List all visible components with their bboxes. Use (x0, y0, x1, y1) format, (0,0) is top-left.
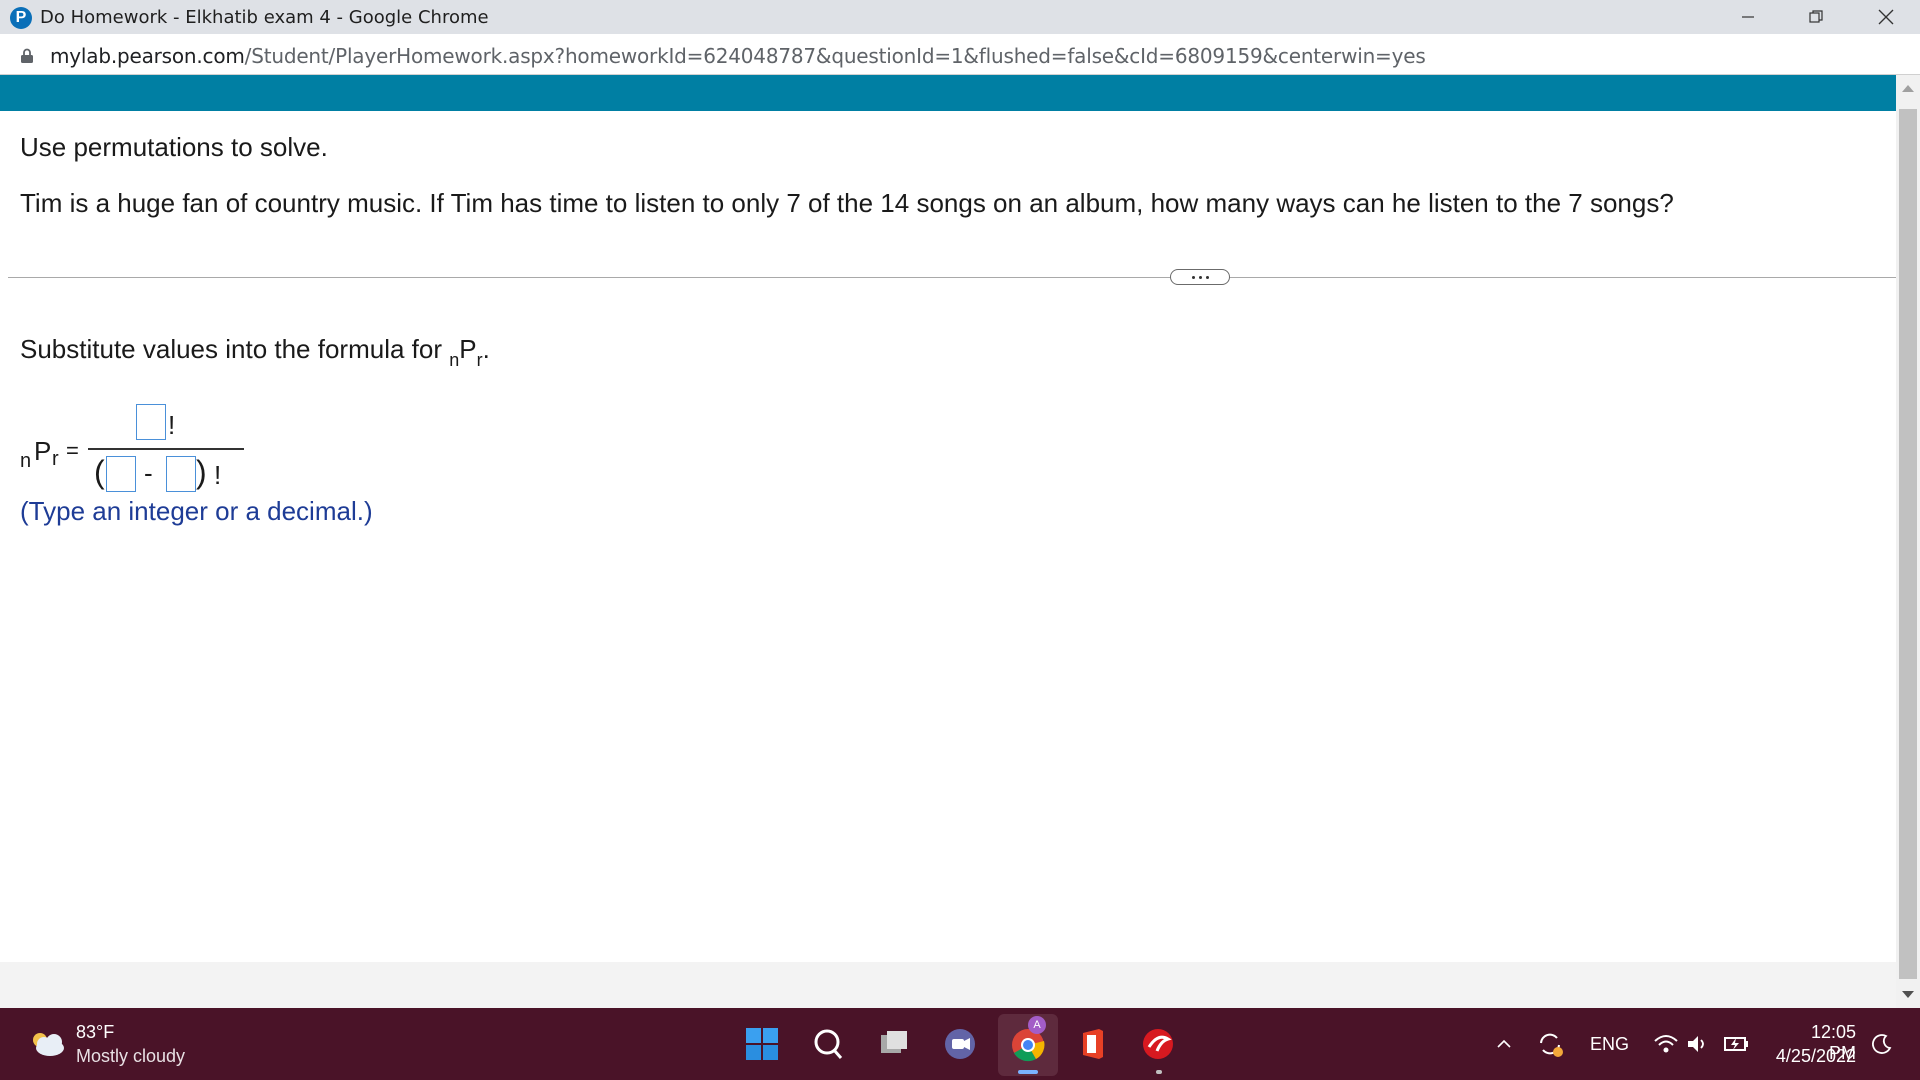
denominator-factorial: ! (214, 460, 222, 490)
restore-icon (1809, 10, 1823, 23)
scroll-down-icon[interactable] (1902, 991, 1914, 998)
scrollbar-thumb[interactable] (1899, 109, 1917, 979)
windows-start-icon[interactable] (744, 1026, 780, 1062)
url-path: /Student/PlayerHomework.aspx?homeworkId=… (244, 44, 1426, 68)
open-paren: ( (94, 454, 105, 490)
task-view-icon[interactable] (876, 1026, 912, 1062)
windows-taskbar: 83°F Mostly cloudy A ENG 12:05 PM 4/25/2… (0, 1008, 1920, 1080)
expand-more-button[interactable] (1170, 269, 1230, 285)
address-bar[interactable]: mylab.pearson.com/Student/PlayerHomework… (0, 34, 1920, 75)
numerator-input[interactable] (136, 404, 166, 440)
trend-micro-icon[interactable] (1140, 1026, 1176, 1062)
denominator-r-input[interactable] (166, 456, 196, 492)
minimize-button[interactable] (1718, 0, 1778, 34)
formula-r-subscript: r (476, 350, 483, 370)
search-icon[interactable] (810, 1026, 846, 1062)
cloud-icon[interactable] (30, 1030, 66, 1058)
close-icon (1878, 9, 1894, 25)
chevron-up-icon[interactable] (1486, 1026, 1522, 1062)
url-host: mylab.pearson.com (50, 44, 245, 68)
section-divider (8, 277, 1896, 278)
running-indicator (1156, 1070, 1162, 1074)
denominator-n-input[interactable] (106, 456, 136, 492)
restore-button[interactable] (1786, 0, 1846, 34)
numerator-factorial: ! (168, 410, 176, 440)
minus-sign: - (144, 458, 153, 488)
notification-icon[interactable] (1864, 1026, 1900, 1062)
footer-bar (0, 962, 1896, 1008)
profile-badge-icon: A (1028, 1016, 1046, 1034)
chrome-taskbar-button[interactable]: A (998, 1014, 1058, 1076)
equals-sign: = (66, 438, 79, 463)
lhs-r-subscript: r (52, 448, 59, 470)
volume-icon[interactable] (1680, 1026, 1716, 1062)
minimize-icon (1742, 16, 1754, 18)
weather-description[interactable]: Mostly cloudy (76, 1046, 185, 1067)
formula-n-subscript: n (449, 350, 460, 370)
active-indicator (1018, 1070, 1038, 1074)
pearson-logo-icon: P (10, 7, 32, 29)
window-title: Do Homework - Elkhatib exam 4 - Google C… (40, 7, 489, 28)
url-text[interactable]: mylab.pearson.com/Student/PlayerHomework… (50, 44, 1426, 68)
wifi-icon[interactable] (1648, 1026, 1684, 1062)
browser-title-bar: P Do Homework - Elkhatib exam 4 - Google… (0, 0, 1920, 34)
permutation-formula: n P r = ! ( - ) ! (20, 402, 250, 502)
lock-icon (21, 48, 33, 63)
ellipsis-icon (1191, 275, 1195, 279)
teams-chat-icon[interactable] (942, 1026, 978, 1062)
question-instruction: Use permutations to solve. (20, 132, 328, 162)
fraction-bar (88, 448, 244, 450)
weather-temperature[interactable]: 83°F (76, 1022, 114, 1043)
assignment-header-strip (0, 75, 1896, 111)
scroll-up-icon[interactable] (1902, 85, 1914, 92)
formula-p: P (459, 334, 477, 364)
language-indicator[interactable]: ENG (1590, 1034, 1629, 1055)
lhs-n-subscript: n (20, 450, 32, 472)
close-paren: ) (196, 454, 207, 490)
answer-hint: (Type an integer or a decimal.) (20, 496, 373, 526)
question-text: Tim is a huge fan of country music. If T… (20, 188, 1674, 218)
step-prompt: Substitute values into the formula for n… (20, 334, 490, 370)
clock-date[interactable]: 4/25/2022 (1770, 1046, 1856, 1067)
vertical-scrollbar[interactable] (1896, 75, 1920, 1010)
sync-icon[interactable] (1532, 1026, 1568, 1062)
close-button[interactable] (1856, 0, 1916, 34)
step-prompt-text: Substitute values into the formula for (20, 334, 450, 364)
lhs-p: P (34, 436, 52, 466)
battery-icon[interactable] (1718, 1026, 1754, 1062)
office-icon[interactable] (1074, 1026, 1110, 1062)
prompt-period: . (482, 334, 490, 364)
